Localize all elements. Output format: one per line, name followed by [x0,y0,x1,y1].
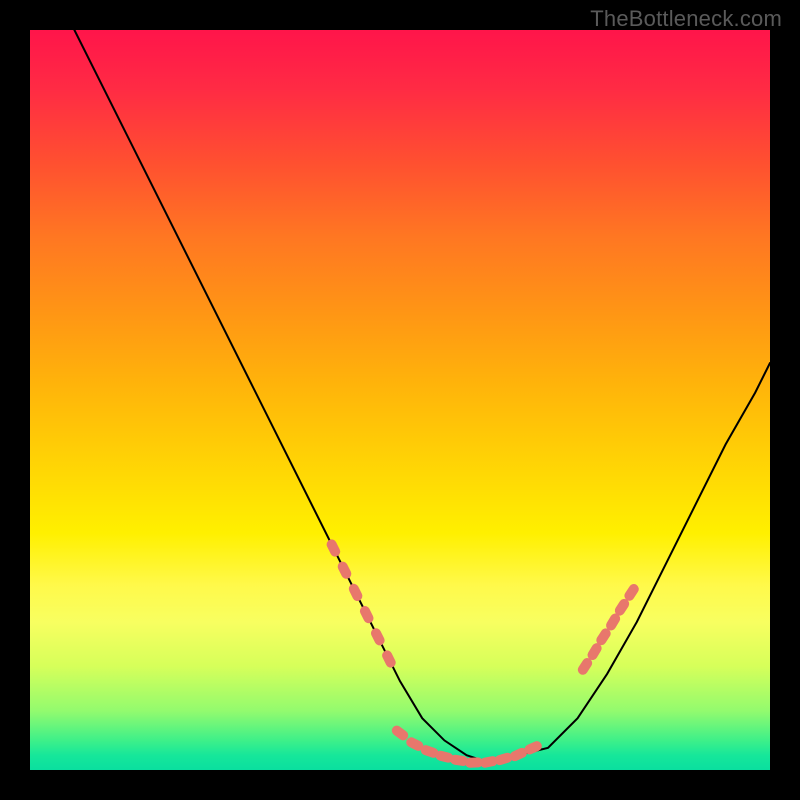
marker-dot [369,627,386,648]
marker-dot [347,582,364,603]
curve-markers [325,538,641,769]
marker-dot [325,538,342,559]
chart-plot-area [30,30,770,770]
marker-dot [380,649,397,670]
marker-dot [336,560,353,581]
marker-dot [358,604,375,625]
watermark-text: TheBottleneck.com [590,6,782,32]
chart-svg [30,30,770,770]
bottleneck-curve [74,30,770,763]
